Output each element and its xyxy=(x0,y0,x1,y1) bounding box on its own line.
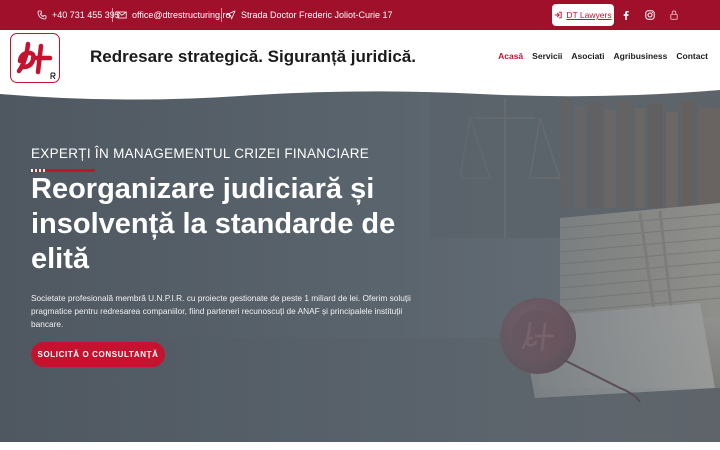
header-tagline: Redresare strategică. Siguranță juridică… xyxy=(90,47,416,66)
request-consultation-button[interactable]: SOLICITĂ O CONSULTANȚĂ xyxy=(31,342,165,367)
location-arrow-icon xyxy=(226,10,236,20)
hero-section: EXPERȚI ÎN MANAGEMENTUL CRIZEI FINANCIAR… xyxy=(0,88,720,442)
hero-eyebrow: EXPERȚI ÎN MANAGEMENTUL CRIZEI FINANCIAR… xyxy=(31,146,370,161)
nav-item-asociati[interactable]: Asociati xyxy=(571,51,604,61)
nav-item-servicii[interactable]: Servicii xyxy=(532,51,562,61)
login-link[interactable] xyxy=(667,0,681,30)
dt-logo-icon xyxy=(16,41,56,80)
instagram-icon xyxy=(645,10,655,20)
lock-icon xyxy=(670,10,678,20)
envelope-icon xyxy=(117,11,127,19)
hero-description: Societate profesională membră U.N.P.I.R.… xyxy=(31,293,411,329)
email-address: office@dtrestructuring.ro xyxy=(132,10,231,20)
address-text: Strada Doctor Frederic Joliot-Curie 17 xyxy=(241,10,393,20)
phone-link[interactable]: +40 731 455 395 xyxy=(37,0,120,30)
phone-number: +40 731 455 395 xyxy=(52,10,120,20)
main-nav: Acasă Servicii Asociati Agribusiness Con… xyxy=(498,51,708,61)
divider xyxy=(221,8,222,22)
dt-lawyers-icon xyxy=(555,11,563,19)
facebook-link[interactable] xyxy=(619,0,633,30)
address-link[interactable]: Strada Doctor Frederic Joliot-Curie 17 xyxy=(226,0,393,30)
nav-item-acasa[interactable]: Acasă xyxy=(498,51,523,61)
nav-item-contact[interactable]: Contact xyxy=(676,51,708,61)
site-header: Redresare strategică. Siguranță juridică… xyxy=(0,30,720,88)
nav-item-agribusiness[interactable]: Agribusiness xyxy=(614,51,668,61)
company-logo[interactable] xyxy=(10,33,60,83)
dt-lawyers-button[interactable]: DT Lawyers xyxy=(552,4,614,26)
top-bar: +40 731 455 395 office@dtrestructuring.r… xyxy=(0,0,720,30)
phone-icon xyxy=(37,10,47,20)
page-bottom-strip xyxy=(0,442,720,450)
email-link[interactable]: office@dtrestructuring.ro xyxy=(117,0,231,30)
divider xyxy=(112,8,113,22)
hero-headline: Reorganizare judiciară și insolvență la … xyxy=(31,173,396,275)
facebook-icon xyxy=(623,10,629,20)
dt-lawyers-label: DT Lawyers xyxy=(566,10,612,20)
instagram-link[interactable] xyxy=(643,0,657,30)
